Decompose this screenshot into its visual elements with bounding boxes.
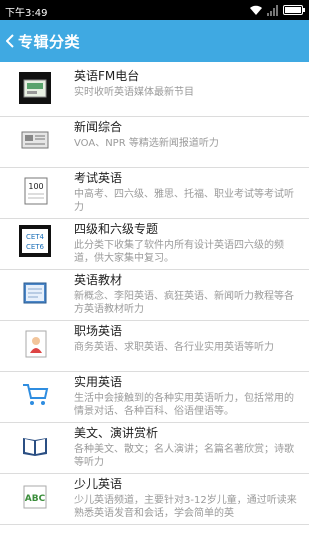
category-desc: VOA、NPR 等精选新闻报道听力 — [74, 138, 219, 149]
category-title: 四级和六级专题 — [74, 222, 159, 236]
page-title: 专辑分类 — [18, 32, 81, 51]
category-title: 实用英语 — [74, 375, 123, 389]
category-item-fm-radio[interactable]: 英语FM电台 实时收听英语媒体最新节目 — [0, 66, 309, 117]
category-item-kids[interactable]: ABC 少儿英语 少儿英语频道，主要针对3-12岁儿童，通过听读来熟悉英语发音和… — [0, 474, 309, 525]
category-desc: 新概念、李阳英语、疯狂英语、新闻听力教程等各方英语教材听力 — [74, 291, 294, 315]
category-item-exam[interactable]: 100 考试英语 中高考、四六级、雅思、托福、职业考试等考试听力 — [0, 168, 309, 219]
category-desc: 实时收听英语媒体最新节目 — [74, 87, 194, 98]
category-item-news[interactable]: 新闻综合 VOA、NPR 等精选新闻报道听力 — [0, 117, 309, 168]
status-icons — [249, 3, 305, 17]
category-desc: 各种美文、散文；名人演讲；名篇名著欣赏；诗歌等听力 — [74, 444, 294, 468]
category-item-cet[interactable]: CET4 CET6 四级和六级专题 此分类下收集了软件内所有设计英语四六级的频道… — [0, 219, 309, 270]
newspaper-icon — [19, 123, 51, 155]
business-person-icon — [19, 327, 51, 359]
svg-text:CET6: CET6 — [26, 243, 45, 251]
category-item-literature[interactable]: 美文、演讲赏析 各种美文、散文；名人演讲；名篇名著欣赏；诗歌等听力 — [0, 423, 309, 474]
category-title: 少儿英语 — [74, 477, 123, 491]
cet-icon: CET4 CET6 — [19, 225, 51, 257]
category-item-textbook[interactable]: 英语教材 新概念、李阳英语、疯狂英语、新闻听力教程等各方英语教材听力 — [0, 270, 309, 321]
category-title: 新闻综合 — [74, 120, 123, 134]
open-book-icon — [19, 429, 51, 461]
category-title: 英语FM电台 — [74, 69, 140, 83]
back-button[interactable] — [4, 31, 16, 51]
category-desc: 中高考、四六级、雅思、托福、职业考试等考试听力 — [74, 189, 294, 213]
abc-blocks-icon: ABC — [19, 480, 51, 512]
category-desc: 少儿英语频道，主要针对3-12岁儿童，通过听读来熟悉英语发音和会话，学会简单的英 — [74, 495, 297, 519]
category-desc: 商务英语、求职英语、各行业实用英语等听力 — [74, 342, 274, 353]
category-title: 职场英语 — [74, 324, 123, 338]
category-title: 美文、演讲赏析 — [74, 426, 159, 440]
shopping-cart-icon — [19, 378, 51, 410]
category-list: 英语FM电台 实时收听英语媒体最新节目 新闻综合 VOA、NPR 等精选新闻报道… — [0, 66, 309, 525]
exam-paper-icon: 100 — [19, 174, 51, 206]
svg-text:CET4: CET4 — [26, 233, 45, 241]
radio-icon — [19, 72, 51, 104]
textbook-icon — [19, 276, 51, 308]
category-item-practical[interactable]: 实用英语 生活中会接触到的各种实用英语听力，包括常用的情景对话、各种百科、俗语俚… — [0, 372, 309, 423]
chevron-left-icon — [6, 34, 14, 48]
signal-icon — [267, 4, 278, 16]
status-bar: 下午3:49 — [0, 0, 309, 20]
svg-text:100: 100 — [28, 182, 43, 191]
svg-text:ABC: ABC — [25, 494, 46, 504]
category-item-business[interactable]: 职场英语 商务英语、求职英语、各行业实用英语等听力 — [0, 321, 309, 372]
category-title: 英语教材 — [74, 273, 123, 287]
status-time: 下午3:49 — [5, 8, 48, 19]
category-title: 考试英语 — [74, 171, 123, 185]
wifi-icon — [250, 5, 262, 15]
category-desc: 生活中会接触到的各种实用英语听力，包括常用的情景对话、各种百科、俗语俚语等。 — [74, 393, 294, 417]
app-bar: 专辑分类 — [0, 20, 309, 62]
category-desc: 此分类下收集了软件内所有设计英语四六级的频道，供大家集中复习。 — [74, 240, 284, 264]
battery-icon — [283, 5, 305, 15]
